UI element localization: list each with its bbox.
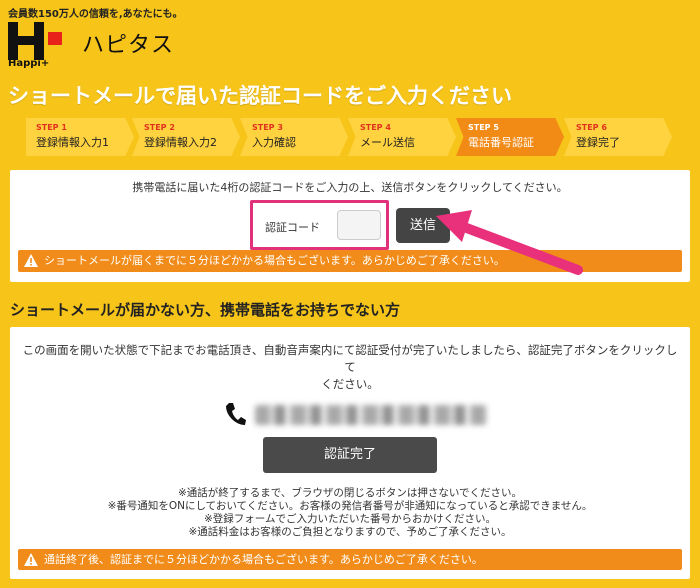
call-instruction: この画面を開いた状態で下記までお電話頂き、自動音声案内にて認証受付が完了いたしま… <box>22 342 678 393</box>
step-1: STEP 1 登録情報入力1 <box>26 118 134 156</box>
page-title: ショートメールで届いた認証コードをご入力ください <box>8 84 512 108</box>
step-number: STEP 3 <box>252 123 283 132</box>
note-item: ※番号通知をONにしておいてください。お客様の発信者番号が非通知になっていると承… <box>107 500 593 512</box>
step-label: 登録完了 <box>576 136 620 149</box>
call-instruction-line: この画面を開いた状態で下記までお電話頂き、自動音声案内にて認証受付が完了いたしま… <box>22 343 678 374</box>
sms-code-panel: 携帯電話に届いた4桁の認証コードをご入力の上、送信ボタンをクリックしてください。… <box>10 170 690 282</box>
step-4: STEP 4 メール送信 <box>348 118 456 156</box>
note-item: ※通話料金はお客様のご負担となりますので、予めご了承ください。 <box>188 526 512 538</box>
warning-icon <box>24 553 38 566</box>
call-notes: ※通話が終了するまで、ブラウザの閉じるボタンは押さないでください。 ※番号通知を… <box>10 487 690 539</box>
site-header: 会員数150万人の信頼を,あなたにも。 ハピタス Happi+ <box>0 0 700 70</box>
call-notice: 通話終了後、認証までに５分ほどかかる場合もございます。あらかじめご了承ください。 <box>18 549 682 570</box>
step-label: 登録情報入力2 <box>144 136 217 149</box>
phone-icon <box>226 403 246 425</box>
code-input-highlight: 認証コード <box>250 200 389 250</box>
step-2: STEP 2 登録情報入力2 <box>132 118 240 156</box>
step-label: 登録情報入力1 <box>36 136 109 149</box>
code-label: 認証コード <box>265 221 320 234</box>
logo-subtext: Happi+ <box>8 58 50 69</box>
hapitas-logo-icon[interactable] <box>8 22 64 62</box>
code-input[interactable] <box>337 210 381 240</box>
step-5-active: STEP 5 電話番号認証 <box>456 118 564 156</box>
call-instruction-line: ください。 <box>321 377 379 391</box>
step-6: STEP 6 登録完了 <box>564 118 672 156</box>
call-notice-text: 通話終了後、認証までに５分ほどかかる場合もございます。あらかじめご了承ください。 <box>44 553 483 566</box>
step-label: 電話番号認証 <box>468 136 534 149</box>
warning-icon <box>24 254 38 267</box>
pointer-arrow-icon <box>436 210 583 275</box>
step-number: STEP 6 <box>576 123 607 132</box>
step-3: STEP 3 入力確認 <box>240 118 348 156</box>
step-number: STEP 5 <box>468 123 499 132</box>
step-number: STEP 1 <box>36 123 67 132</box>
step-number: STEP 2 <box>144 123 175 132</box>
step-number: STEP 4 <box>360 123 391 132</box>
step-progress: STEP 1 登録情報入力1 STEP 2 登録情報入力2 STEP 3 入力確… <box>26 118 686 156</box>
note-item: ※通話が終了するまで、ブラウザの閉じるボタンは押さないでください。 <box>177 487 523 499</box>
step-label: メール送信 <box>360 136 415 149</box>
tagline: 会員数150万人の信頼を,あなたにも。 <box>8 9 183 20</box>
call-section-title: ショートメールが届かない方、携帯電話をお持ちでない方 <box>10 301 401 319</box>
phone-number-blurred <box>255 405 487 425</box>
call-verification-panel: この画面を開いた状態で下記までお電話頂き、自動音声案内にて認証受付が完了いたしま… <box>10 327 690 579</box>
note-item: ※登録フォームでご入力いただいた番号からおかけください。 <box>204 513 496 525</box>
sms-instruction: 携帯電話に届いた4桁の認証コードをご入力の上、送信ボタンをクリックしてください。 <box>132 181 568 194</box>
brand-name: ハピタス <box>82 33 175 58</box>
verify-complete-button[interactable]: 認証完了 <box>263 437 437 473</box>
step-label: 入力確認 <box>252 136 296 149</box>
